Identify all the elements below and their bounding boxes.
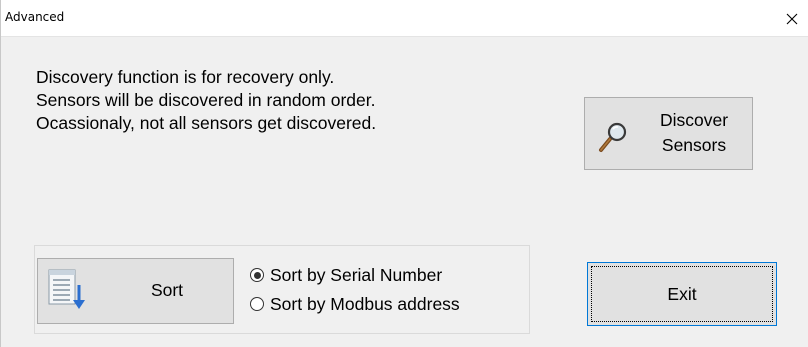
discover-sensors-label: Discover Sensors xyxy=(641,108,747,158)
discover-label-line1: Discover xyxy=(659,110,729,130)
info-message: Discovery function is for recovery only.… xyxy=(36,66,536,135)
sort-list-icon xyxy=(48,269,85,309)
title-bar: Advanced xyxy=(1,0,808,37)
radio-sort-modbus[interactable]: Sort by Modbus address xyxy=(250,292,460,316)
radio-indicator-unchecked[interactable] xyxy=(250,297,264,311)
sort-button-label: Sort xyxy=(150,280,184,300)
sort-group-box: Sort Sort by Serial Number Sort by Modbu… xyxy=(34,245,530,334)
radio-label-serial: Sort by Serial Number xyxy=(270,264,443,285)
window-title: Advanced xyxy=(5,10,65,24)
magnifier-icon xyxy=(599,122,627,152)
radio-sort-serial[interactable]: Sort by Serial Number xyxy=(250,263,442,287)
discover-sensors-button[interactable]: Discover Sensors xyxy=(584,97,753,170)
radio-label-modbus: Sort by Modbus address xyxy=(270,293,460,314)
message-line: Sensors will be discovered in random ord… xyxy=(36,90,376,110)
discover-label-line2: Sensors xyxy=(661,135,727,155)
exit-button-label: Exit xyxy=(667,283,697,304)
close-button[interactable] xyxy=(775,0,808,37)
message-line: Ocassionaly, not all sensors get discove… xyxy=(36,113,377,133)
message-line: Discovery function is for recovery only. xyxy=(36,67,335,87)
sort-button[interactable]: Sort xyxy=(37,258,234,324)
close-icon xyxy=(786,13,798,24)
advanced-dialog: Advanced Discovery function is for recov… xyxy=(0,0,808,347)
exit-button[interactable]: Exit xyxy=(587,262,777,326)
radio-indicator-checked[interactable] xyxy=(250,268,264,282)
